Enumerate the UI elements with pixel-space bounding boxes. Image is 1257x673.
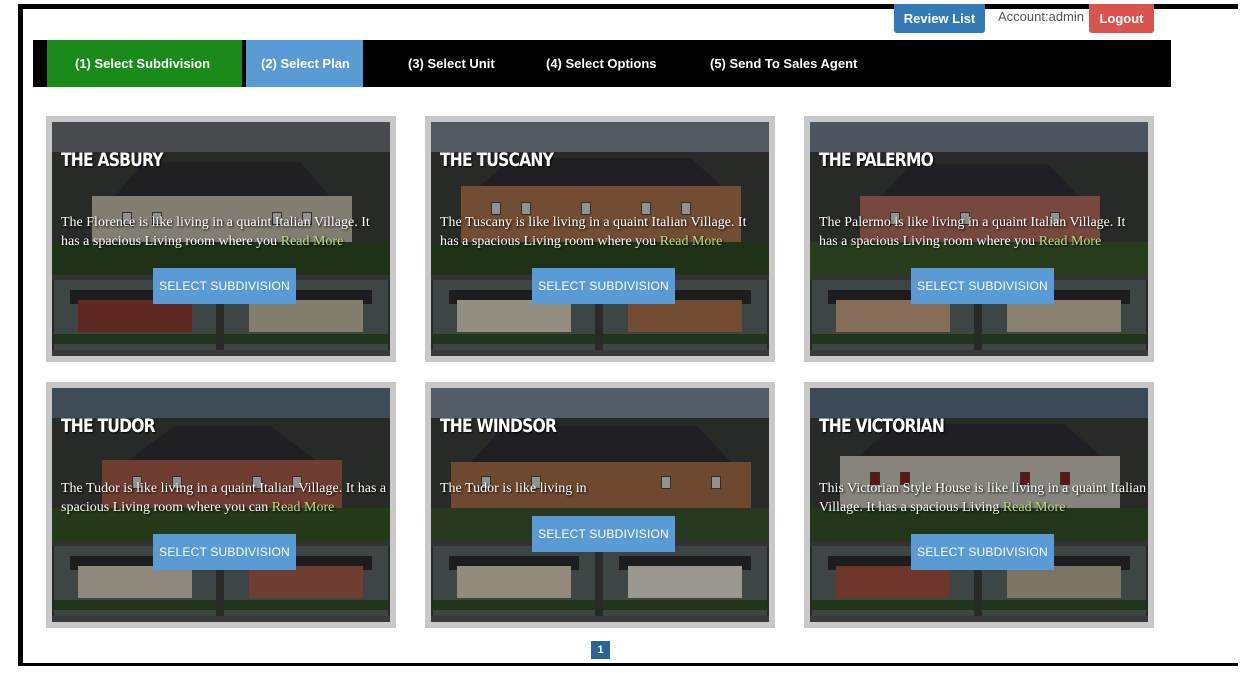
plan-description: The Palermo is like living in a quaint I… [819,215,1126,249]
plan-description: This Victorian Style House is like livin… [819,481,1147,515]
plan-title: THE VICTORIAN [819,415,945,437]
plan-card-tudor: THE TUDOR The Tudor is like living in a … [46,382,396,628]
plan-description: The Tudor is like living in [440,481,587,496]
read-more-link[interactable]: Read More [272,500,335,515]
plan-card-windsor: THE WINDSOR The Tudor is like living in … [425,382,775,628]
step-select-options[interactable]: (4) Select Options [511,40,686,87]
plan-image: THE ASBURY The Florence is like living i… [52,122,390,356]
select-subdivision-button[interactable]: SELECT SUBDIVISION [911,268,1054,304]
logout-button[interactable]: Logout [1089,4,1154,33]
pagination-page-button[interactable]: 1 [591,641,610,659]
read-more-link[interactable]: Read More [281,234,344,249]
plan-image: THE PALERMO The Palermo is like living i… [810,122,1148,356]
plan-card-victorian: THE VICTORIAN This Victorian Style House… [804,382,1154,628]
top-bar: Review List Account:admin Logout [894,4,1154,34]
plan-title: THE ASBURY [61,149,164,171]
plan-description: The Tudor is like living in a quaint Ita… [61,481,387,515]
plan-image: THE TUDOR The Tudor is like living in a … [52,388,390,622]
plan-image: THE WINDSOR The Tudor is like living in … [431,388,769,622]
plan-description: The Florence is like living in a quaint … [61,215,370,249]
step-send-to-sales-agent[interactable]: (5) Send To Sales Agent [686,40,886,87]
select-subdivision-button[interactable]: SELECT SUBDIVISION [911,534,1054,570]
select-subdivision-button[interactable]: SELECT SUBDIVISION [532,516,675,552]
plan-title: THE TUSCANY [440,149,554,171]
plan-image: THE TUSCANY The Tuscany is like living i… [431,122,769,356]
step-select-unit[interactable]: (3) Select Unit [363,40,511,87]
read-more-link[interactable]: Read More [1003,500,1066,515]
plan-title: THE PALERMO [819,149,934,171]
plan-card-asbury: THE ASBURY The Florence is like living i… [46,116,396,362]
read-more-link[interactable]: Read More [1039,234,1102,249]
step-select-plan[interactable]: (2) Select Plan [246,40,363,87]
select-subdivision-button[interactable]: SELECT SUBDIVISION [153,534,296,570]
account-label: Account:admin [998,9,1084,24]
plan-image: THE VICTORIAN This Victorian Style House… [810,388,1148,622]
review-list-button[interactable]: Review List [894,4,985,33]
read-more-link[interactable]: Read More [660,234,723,249]
plan-description: The Tuscany is like living in a quaint I… [440,215,747,249]
plan-card-palermo: THE PALERMO The Palermo is like living i… [804,116,1154,362]
plan-card-tuscany: THE TUSCANY The Tuscany is like living i… [425,116,775,362]
plan-title: THE WINDSOR [440,415,557,437]
select-subdivision-button[interactable]: SELECT SUBDIVISION [532,268,675,304]
plan-title: THE TUDOR [61,415,156,437]
step-select-subdivision[interactable]: (1) Select Subdivision [47,40,242,87]
select-subdivision-button[interactable]: SELECT SUBDIVISION [153,268,296,304]
step-progress-bar: (1) Select Subdivision (2) Select Plan (… [33,40,1171,87]
